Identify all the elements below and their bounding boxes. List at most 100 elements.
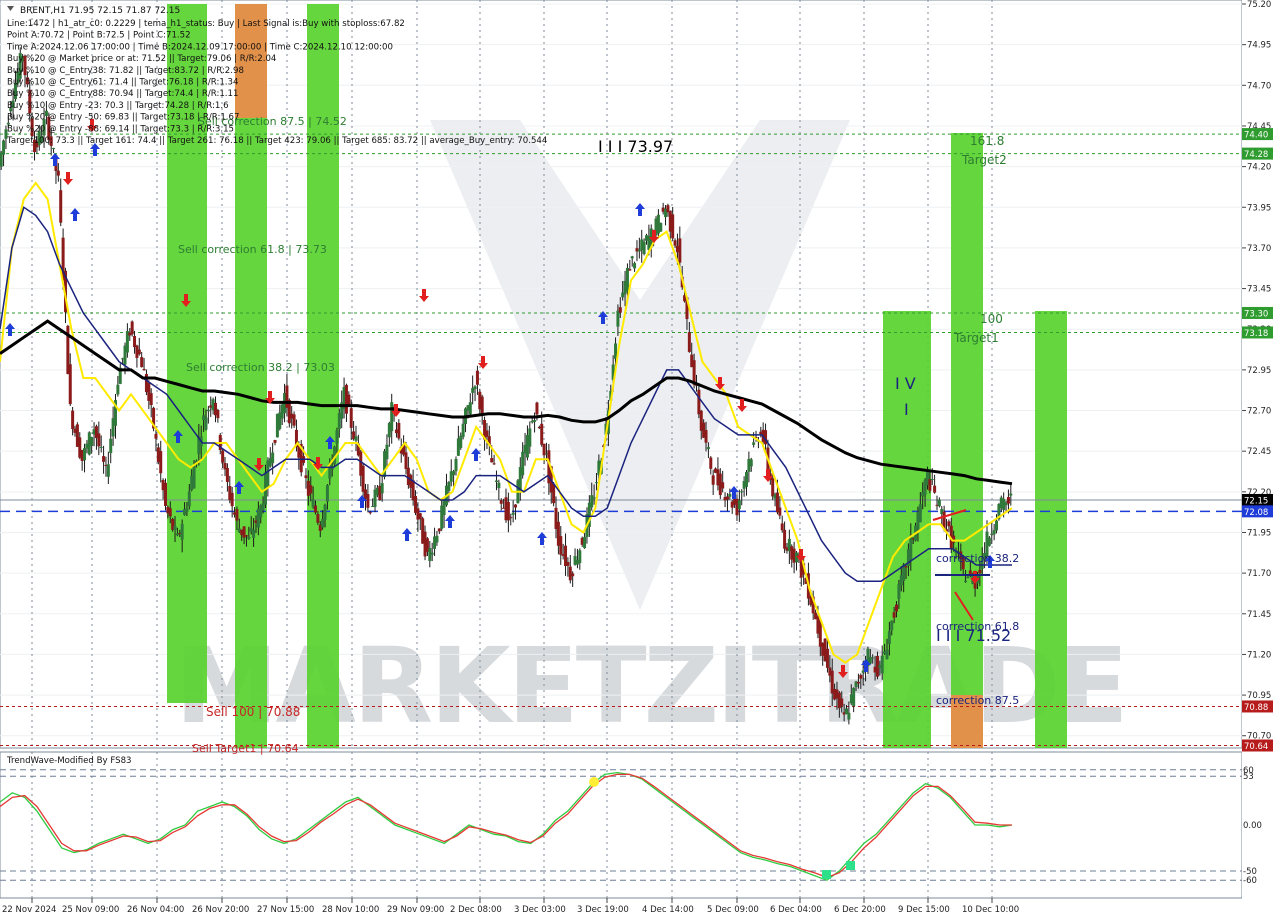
candle-body xyxy=(180,523,184,540)
candle-body xyxy=(859,674,863,679)
candle-body xyxy=(671,214,675,239)
candle-body xyxy=(68,364,72,405)
candle-body xyxy=(633,263,637,269)
price-tick-label: 70.95 xyxy=(1247,691,1271,701)
time-tick-label: 3 Dec 19:00 xyxy=(577,905,629,915)
candle-body xyxy=(871,657,875,659)
candle-body xyxy=(752,442,756,445)
candle-body xyxy=(430,552,434,555)
candle-body xyxy=(368,512,372,514)
time-tick-label: 22 Nov 2024 xyxy=(2,905,56,915)
candle-body xyxy=(521,451,525,476)
candle-body xyxy=(187,491,191,507)
time-tick-label: 29 Nov 09:00 xyxy=(387,905,444,915)
candle-body xyxy=(347,394,351,405)
time-tick-label: 9 Dec 15:00 xyxy=(898,905,950,915)
time-tick-label: 10 Dec 10:00 xyxy=(962,905,1019,915)
candle-body xyxy=(533,420,537,422)
candle-body xyxy=(566,561,570,566)
candle-body xyxy=(109,438,113,454)
candle-body xyxy=(711,475,715,485)
price-tick-label: 71.45 xyxy=(1247,610,1271,620)
candle-body xyxy=(244,535,248,537)
time-tick-label: 4 Dec 14:00 xyxy=(642,905,694,915)
candle-body xyxy=(380,483,384,494)
candle-body xyxy=(494,480,498,482)
candle-body xyxy=(930,478,934,480)
candle-body xyxy=(568,566,572,581)
candle-body xyxy=(97,433,101,447)
candle-body xyxy=(904,566,908,568)
price-tag-label: 74.28 xyxy=(1244,150,1268,160)
candle-body xyxy=(492,463,496,465)
candle-body xyxy=(616,310,620,327)
time-tick-label: 6 Dec 20:00 xyxy=(834,905,886,915)
candle-body xyxy=(314,505,318,513)
candle-body xyxy=(594,482,598,484)
chart-annotation: Target2 xyxy=(961,153,1007,167)
time-tick-label: 6 Dec 04:00 xyxy=(770,905,822,915)
candle-body xyxy=(852,687,856,707)
candle-body xyxy=(485,430,489,437)
candle-body xyxy=(897,583,901,599)
info-line: Buy %20 @ Market price or at: 71.52 || T… xyxy=(7,54,276,64)
chart-annotation: Sell Target1 | 70.64 xyxy=(192,742,299,755)
candle-body xyxy=(947,521,951,527)
candle-body xyxy=(578,550,582,563)
candle-body xyxy=(704,430,708,443)
candle-body xyxy=(435,535,439,543)
candle-body xyxy=(740,491,744,493)
candle-body xyxy=(968,570,972,574)
osc-bottom-marker xyxy=(846,861,855,870)
time-tick-label: 2 Dec 08:00 xyxy=(450,905,502,915)
candle-body xyxy=(452,471,456,476)
candle-body xyxy=(630,256,634,259)
candle-body xyxy=(454,458,458,472)
candle-body xyxy=(116,384,120,395)
price-tick-label: 74.20 xyxy=(1247,163,1271,173)
chart-annotation: Sell 100 | 70.88 xyxy=(206,705,300,719)
candle-body xyxy=(473,386,477,390)
candle-body xyxy=(225,467,229,482)
candle-body xyxy=(173,525,177,530)
candle-body xyxy=(99,446,103,448)
candle-body xyxy=(192,466,196,489)
zone-bar xyxy=(1035,311,1067,748)
candle-body xyxy=(447,481,451,491)
trading-chart[interactable]: MARKETZITRADE I I I 73.97Sell correction… xyxy=(0,0,1280,920)
candle-body xyxy=(995,520,999,531)
time-tick-label: 25 Nov 09:00 xyxy=(62,905,119,915)
time-tick-label: 5 Dec 09:00 xyxy=(707,905,759,915)
price-tick-label: 72.95 xyxy=(1247,366,1271,376)
candle-body xyxy=(987,537,991,546)
chart-annotation: Target1 xyxy=(953,331,999,345)
price-tag-label: 72.15 xyxy=(1244,496,1268,506)
oscillator-title: TrendWave-Modified By FS83 xyxy=(6,756,132,766)
candle-body xyxy=(221,450,225,463)
candle-body xyxy=(235,509,239,521)
price-tag-label: 73.30 xyxy=(1244,309,1268,319)
chart-annotation: Sell correction 38.2 | 73.03 xyxy=(186,361,335,374)
candle-body xyxy=(885,649,889,660)
osc-top-marker xyxy=(589,777,599,787)
candle-body xyxy=(468,402,472,415)
candle-body xyxy=(137,349,141,355)
candle-body xyxy=(890,620,894,631)
candle-body xyxy=(321,519,325,528)
price-tick-label: 73.95 xyxy=(1247,203,1271,213)
candle-body xyxy=(292,414,296,426)
candle-body xyxy=(744,472,748,487)
candle-body xyxy=(887,631,891,645)
price-tick-label: 74.95 xyxy=(1247,41,1271,51)
time-tick-label: 3 Dec 03:00 xyxy=(514,905,566,915)
candle-body xyxy=(583,536,587,549)
candle-body xyxy=(325,485,329,502)
candle-body xyxy=(154,433,158,439)
candle-body xyxy=(252,529,256,538)
candle-body xyxy=(247,536,251,539)
price-tick-label: 74.70 xyxy=(1247,81,1271,91)
candle-body xyxy=(678,238,682,263)
candle-body xyxy=(168,508,172,517)
candle-body xyxy=(497,482,501,489)
candle-body xyxy=(385,444,389,460)
